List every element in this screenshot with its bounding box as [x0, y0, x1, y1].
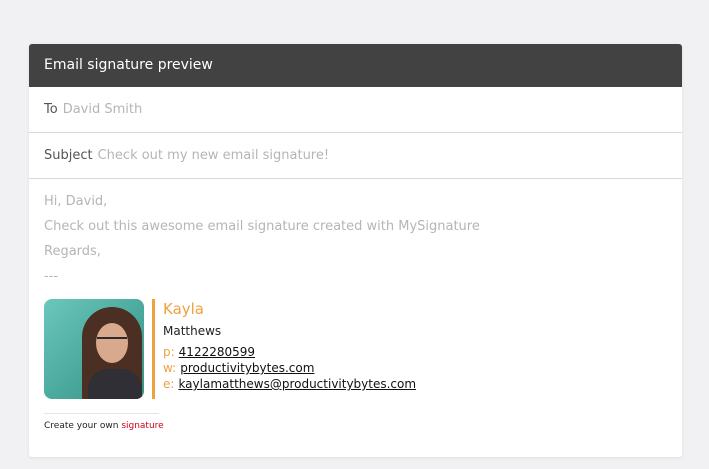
- to-label: To: [44, 102, 58, 117]
- to-row: To David Smith: [29, 87, 682, 133]
- website-line: w: productivitybytes.com: [163, 360, 416, 376]
- phone-line: p: 4122280599: [163, 344, 416, 360]
- profile-photo: [44, 299, 144, 399]
- footer-divider: [44, 413, 159, 414]
- phone-link[interactable]: 4122280599: [179, 345, 255, 359]
- subject-label: Subject: [44, 148, 93, 163]
- phone-label: p:: [163, 345, 175, 359]
- to-value: David Smith: [62, 102, 143, 117]
- signature-block: Kayla Matthews p: 4122280599 w: productivi…: [44, 299, 667, 399]
- signature-accent-bar: [152, 299, 155, 399]
- greeting-text: Hi, David,: [44, 194, 108, 209]
- email-link[interactable]: kaylamatthews@productivitybytes.com: [178, 377, 416, 391]
- footer-promo: Create your own signature: [44, 421, 667, 431]
- website-label: w:: [163, 361, 177, 375]
- website-link[interactable]: productivitybytes.com: [180, 361, 314, 375]
- subject-row: Subject Check out my new email signature…: [29, 133, 682, 179]
- email-label: e:: [163, 377, 175, 391]
- email-line: e: kaylamatthews@productivitybytes.com: [163, 376, 416, 392]
- email-body: Hi, David, Check out this awesome email …: [29, 179, 682, 431]
- card-title: Email signature preview: [29, 44, 682, 87]
- subject-value: Check out my new email signature!: [97, 148, 330, 163]
- closing-text: Regards,: [44, 244, 101, 259]
- email-preview-card: Email signature preview To David Smith S…: [29, 44, 682, 457]
- signature-first-name: Kayla: [163, 300, 205, 318]
- signature-last-name: Matthews: [163, 324, 222, 338]
- message-text: Check out this awesome email signature c…: [44, 219, 480, 234]
- separator-text: ---: [44, 269, 59, 284]
- footer-text: Create your own: [44, 421, 119, 431]
- signature-link[interactable]: signature: [121, 421, 163, 431]
- signature-info: Kayla Matthews p: 4122280599 w: productivi…: [163, 299, 416, 399]
